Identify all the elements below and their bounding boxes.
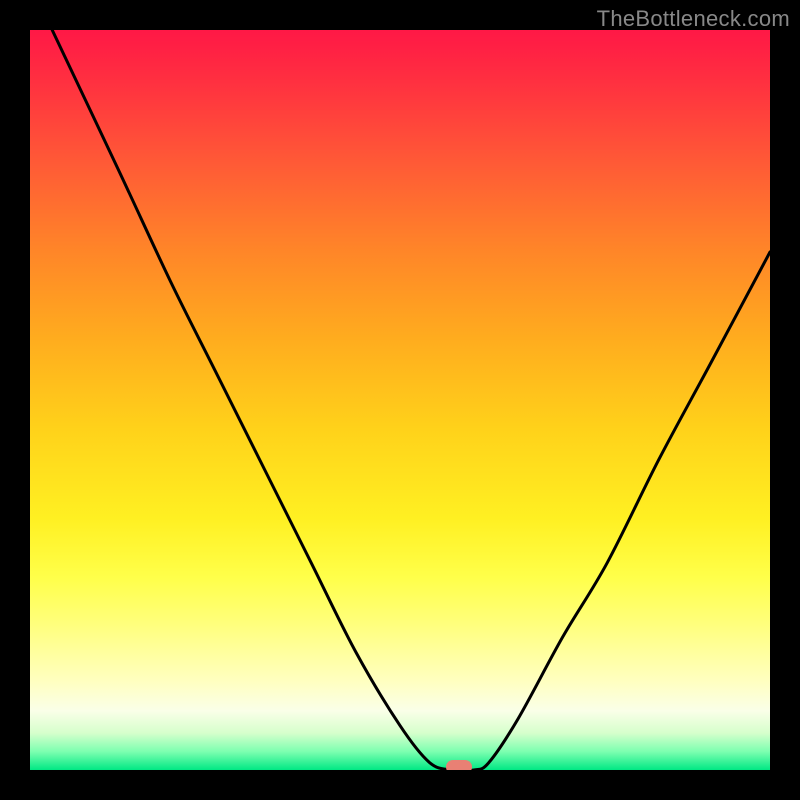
chart-plot-area <box>30 30 770 770</box>
bottleneck-curve <box>52 30 770 770</box>
optimal-point-marker <box>446 760 472 770</box>
chart-curve-svg <box>30 30 770 770</box>
watermark-label: TheBottleneck.com <box>597 6 790 32</box>
